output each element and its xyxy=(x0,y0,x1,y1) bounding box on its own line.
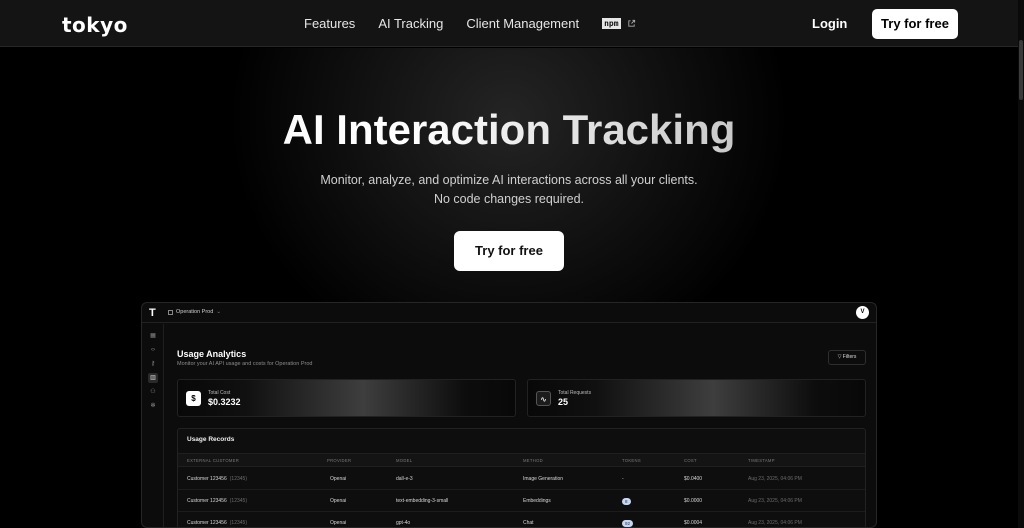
provider-cell: Openai xyxy=(330,520,347,526)
chart-icon[interactable]: ▥ xyxy=(148,373,158,383)
column-header[interactable]: TIMESTAMP xyxy=(748,458,775,463)
timestamp-cell: Aug 23, 2025, 04:06 PM xyxy=(748,498,802,504)
hero-try-free-button[interactable]: Try for free xyxy=(454,231,564,271)
timestamp-cell: Aug 23, 2025, 04:06 PM xyxy=(748,520,802,526)
method-cell: Image Generation xyxy=(523,476,564,482)
tokens-cell: 92 xyxy=(622,520,634,527)
hero-title: AI Interaction Tracking xyxy=(0,106,1018,154)
project-selector[interactable]: Operation Prod ⌄ xyxy=(168,309,221,315)
login-link[interactable]: Login xyxy=(812,16,847,31)
page-title: Usage Analytics xyxy=(177,349,247,359)
nav-link-client-management[interactable]: Client Management xyxy=(466,16,579,31)
npm-link[interactable]: npm xyxy=(602,18,635,29)
project-name: Operation Prod xyxy=(176,309,214,315)
table-row[interactable]: Customer 123456 (12345) Openai gpt-4o Cha… xyxy=(178,512,865,527)
stat-label: Total Requests xyxy=(558,390,592,396)
cost-cell: $0.0400 xyxy=(684,476,703,482)
filters-label: Filters xyxy=(842,354,857,360)
npm-logo: npm xyxy=(602,18,621,29)
provider-cell: Openai xyxy=(330,498,347,504)
tokens-cell: 8 xyxy=(622,498,631,505)
table-title: Usage Records xyxy=(187,436,235,443)
provider-cell: Openai xyxy=(330,476,347,482)
stat-label: Total Cost xyxy=(208,390,231,396)
column-header[interactable]: COST xyxy=(684,458,697,463)
scrollbar-thumb[interactable] xyxy=(1019,40,1023,100)
timestamp-cell: Aug 23, 2025, 04:06 PM xyxy=(748,476,802,482)
model-cell: dall-e-3 xyxy=(396,476,413,482)
brand-logo[interactable]: tokyo xyxy=(62,13,128,37)
customer-cell: Customer 123456 (12345) xyxy=(187,498,247,504)
method-cell: Embeddings xyxy=(523,498,551,504)
stat-card-total-requests: ∿ Total Requests 25 xyxy=(527,379,866,417)
column-header[interactable]: MODEL xyxy=(396,458,412,463)
customer-name: Customer 123456 xyxy=(187,476,227,482)
filters-button[interactable]: ▽ Filters xyxy=(828,350,866,365)
tokens-badge: 92 xyxy=(622,520,634,527)
column-header[interactable]: EXTERNAL CUSTOMER xyxy=(187,458,239,463)
chevron-down-icon: ⌄ xyxy=(216,309,221,315)
grid-icon xyxy=(168,309,173,315)
column-header[interactable]: TOKENS xyxy=(622,458,641,463)
customer-name: Customer 123456 xyxy=(187,498,227,504)
page-subtitle: Monitor your AI API usage and costs for … xyxy=(177,361,313,367)
stat-card-total-cost: $ Total Cost $0.3232 xyxy=(177,379,516,417)
hero-subtitle: Monitor, analyze, and optimize AI intera… xyxy=(0,171,1018,209)
cost-cell: $0.0004 xyxy=(684,520,703,526)
customer-id: (12345) xyxy=(229,498,247,504)
app-topbar: T Operation Prod ⌄ V xyxy=(142,303,876,323)
table-row[interactable]: Customer 123456 (12345) Openai text-embed… xyxy=(178,490,865,512)
method-cell: Chat xyxy=(523,520,534,526)
nav-link-features[interactable]: Features xyxy=(304,16,355,31)
model-cell: gpt-4o xyxy=(396,520,411,526)
customer-id: (12345) xyxy=(229,520,247,526)
tokens-cell: - xyxy=(622,476,624,482)
customer-cell: Customer 123456 (12345) xyxy=(187,520,247,526)
nav-links: Features AI Tracking Client Management n… xyxy=(304,16,636,31)
hero-subtitle-line-2: No code changes required. xyxy=(433,192,585,206)
app-preview: T Operation Prod ⌄ V ▦ ‹› ⚷ ▥ ⚇ ✻ Usage … xyxy=(141,302,877,528)
activity-icon: ∿ xyxy=(536,391,551,406)
nav-link-ai-tracking[interactable]: AI Tracking xyxy=(378,16,443,31)
app-sidebar: ▦ ‹› ⚷ ▥ ⚇ ✻ xyxy=(142,324,164,527)
customer-id: (12345) xyxy=(229,476,247,482)
stat-value: 25 xyxy=(558,397,569,407)
avatar[interactable]: V xyxy=(856,306,869,319)
users-icon[interactable]: ⚇ xyxy=(148,387,158,397)
settings-icon[interactable]: ✻ xyxy=(148,401,158,411)
customer-cell: Customer 123456 (12345) xyxy=(187,476,247,482)
stat-value: $0.3232 xyxy=(208,397,241,407)
table-row[interactable]: Customer 123456 (12345) Openai dall-e-3 I… xyxy=(178,468,865,490)
tokens-badge: 8 xyxy=(622,498,631,505)
cost-cell: $0.0000 xyxy=(684,498,703,504)
external-link-icon xyxy=(627,19,635,27)
dashboard-icon[interactable]: ▦ xyxy=(148,331,158,341)
nav-try-free-button[interactable]: Try for free xyxy=(872,9,958,39)
table-header: EXTERNAL CUSTOMER PROVIDER MODEL METHOD … xyxy=(178,453,865,467)
dollar-icon: $ xyxy=(186,391,201,406)
app-logo[interactable]: T xyxy=(149,307,156,319)
usage-records-table: Usage Records EXTERNAL CUSTOMER PROVIDER… xyxy=(177,428,866,527)
top-navbar: tokyo Features AI Tracking Client Manage… xyxy=(0,0,1018,47)
model-cell: text-embedding-3-small xyxy=(396,498,449,504)
key-icon[interactable]: ⚷ xyxy=(148,359,158,369)
code-icon[interactable]: ‹› xyxy=(148,345,158,355)
column-header[interactable]: PROVIDER xyxy=(327,458,351,463)
column-header[interactable]: METHOD xyxy=(523,458,543,463)
customer-name: Customer 123456 xyxy=(187,520,227,526)
hero-subtitle-line-1: Monitor, analyze, and optimize AI intera… xyxy=(320,173,698,187)
